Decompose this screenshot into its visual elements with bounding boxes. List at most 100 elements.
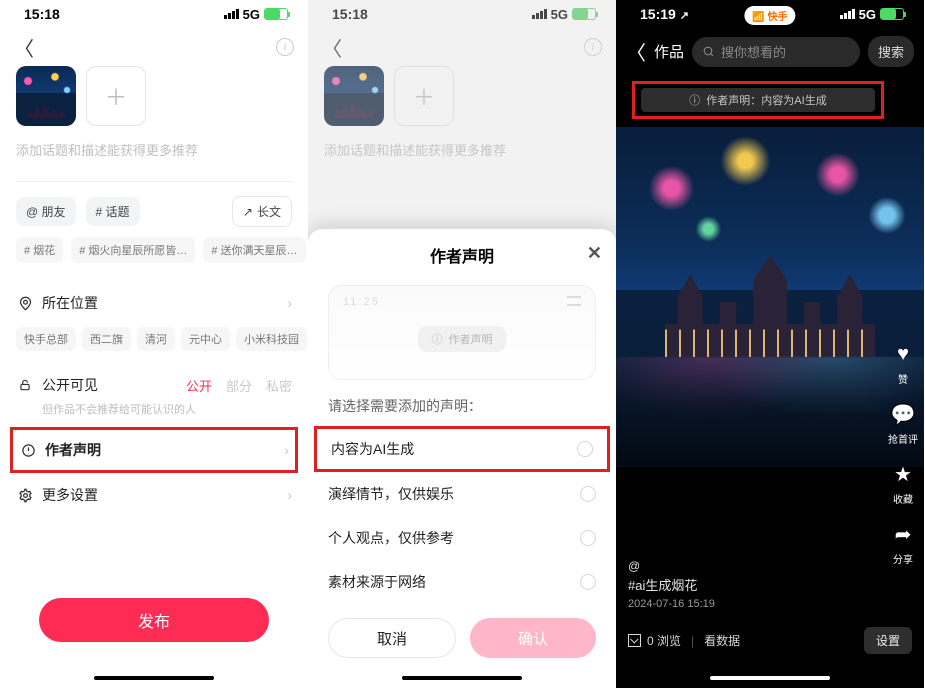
back-icon[interactable]: 〈: [626, 37, 646, 66]
search-button[interactable]: 搜索: [868, 36, 914, 67]
status-time: 15:18: [332, 6, 368, 22]
panel-publish-editor: 15:18 5G 〈 i ＋ 添加话题和描述能获得更多推荐 @ 朋友 # 话题 …: [0, 0, 308, 688]
home-indicator: [710, 676, 830, 680]
radio-icon: [580, 530, 596, 546]
search-placeholder: 搜你想看的: [721, 42, 786, 61]
views-button[interactable]: 0 浏览: [628, 632, 681, 649]
visibility-public[interactable]: 公开: [186, 376, 212, 395]
chevron-right-icon: ›: [287, 487, 292, 503]
option-drama[interactable]: 演绎情节，仅供娱乐: [308, 472, 616, 516]
description-hint[interactable]: 添加话题和描述能获得更多推荐: [0, 126, 308, 181]
info-icon: i: [584, 38, 602, 56]
visibility-private[interactable]: 私密: [266, 376, 292, 395]
network-label: 5G: [859, 7, 876, 22]
action-rail: ♥赞 💬抢首评 ★收藏 ➦分享: [888, 340, 918, 566]
status-bar: 15:18 5G: [0, 0, 308, 28]
comment-button[interactable]: 💬抢首评: [888, 400, 918, 446]
kuaishou-badge: 📶 快手: [744, 6, 795, 25]
bottom-bar: 0 浏览 | 看数据 设置: [616, 627, 924, 654]
location-suggestion[interactable]: 西二旗: [82, 327, 131, 351]
post-timestamp: 2024-07-16 15:19: [628, 598, 715, 610]
highlight-ai-banner: ⓘ 作者声明：内容为AI生成: [632, 81, 884, 119]
info-icon[interactable]: i: [276, 38, 294, 56]
suggested-tag[interactable]: # 烟花: [16, 237, 63, 263]
radio-icon: [577, 441, 593, 457]
media-thumbnail[interactable]: [16, 66, 76, 126]
comment-label: 抢首评: [888, 431, 918, 446]
exclamation-icon: [19, 443, 37, 458]
suggested-tag[interactable]: # 烟火向星辰所愿皆…: [71, 237, 195, 263]
settings-button[interactable]: 设置: [864, 627, 912, 654]
search-icon: [702, 45, 715, 58]
topic-chip[interactable]: # 话题: [86, 197, 140, 226]
divider: [16, 181, 292, 182]
like-button[interactable]: ♥赞: [889, 340, 917, 386]
longtext-chip[interactable]: ↗ 长文: [232, 196, 292, 227]
declaration-sheet: 作者声明 ✕ 11:25 ⓘ作者声明 请选择需要添加的声明： 内容为AI生成 演…: [308, 229, 616, 688]
radio-icon: [580, 486, 596, 502]
favorite-button[interactable]: ★收藏: [889, 460, 917, 506]
visibility-sub: 但作品不会推荐给可能认识的人: [0, 401, 308, 427]
location-suggestion[interactable]: 快手总部: [16, 327, 76, 351]
post-meta: @ #ai生成烟花 2024-07-16 15:19: [628, 559, 715, 610]
option-label: 素材来源于网络: [328, 572, 426, 592]
longtext-label: 长文: [257, 203, 281, 220]
home-indicator: [402, 676, 522, 680]
author-at[interactable]: @: [628, 559, 715, 573]
location-suggestion[interactable]: 清河: [137, 327, 175, 351]
location-label: 所在位置: [42, 293, 98, 313]
add-media-button[interactable]: ＋: [86, 66, 146, 126]
option-ai-generated[interactable]: 内容为AI生成: [314, 426, 610, 472]
play-box-icon: [628, 634, 641, 647]
option-from-web[interactable]: 素材来源于网络: [308, 560, 616, 604]
network-label: 5G: [551, 7, 568, 22]
panel-declaration-sheet: 15:18 5G 〈 i ＋ 添加话题和描述能获得更多推荐 作者声明 ✕: [308, 0, 616, 688]
share-button[interactable]: ➦分享: [889, 520, 917, 566]
cancel-button[interactable]: 取消: [328, 618, 456, 658]
select-prompt: 请选择需要添加的声明：: [308, 396, 616, 426]
visibility-label: 公开可见: [42, 375, 98, 395]
ai-banner-text: 作者声明：内容为AI生成: [706, 92, 826, 108]
sheet-illustration: 11:25 ⓘ作者声明: [328, 285, 596, 380]
location-suggestion[interactable]: 小米科技园: [236, 327, 307, 351]
author-declaration-row[interactable]: 作者声明 ›: [13, 430, 295, 470]
signal-icon: [224, 9, 239, 19]
option-label: 内容为AI生成: [331, 439, 414, 459]
location-row[interactable]: 所在位置 ›: [0, 281, 308, 325]
back-icon[interactable]: 〈: [14, 33, 34, 62]
media-thumbnail: [324, 66, 384, 126]
gear-icon: [16, 488, 34, 503]
signal-icon: [840, 9, 855, 19]
location-arrow-icon: ↗: [680, 10, 689, 22]
network-label: 5G: [243, 7, 260, 22]
author-declaration-label: 作者声明: [45, 440, 101, 460]
mention-chip[interactable]: @ 朋友: [16, 197, 76, 226]
more-settings-label: 更多设置: [42, 485, 98, 505]
publish-button[interactable]: 发布: [39, 598, 269, 642]
search-input[interactable]: 搜你想看的: [692, 37, 860, 67]
radio-icon: [580, 574, 596, 590]
post-hashtag[interactable]: #ai生成烟花: [628, 575, 715, 594]
option-personal-view[interactable]: 个人观点，仅供参考: [308, 516, 616, 560]
description-hint: 添加话题和描述能获得更多推荐: [308, 126, 616, 181]
visibility-partial[interactable]: 部分: [226, 376, 252, 395]
share-icon: ➦: [889, 520, 917, 548]
post-image[interactable]: [616, 127, 924, 467]
stats-button[interactable]: 看数据: [704, 632, 740, 649]
info-icon: ⓘ: [689, 92, 700, 108]
suggested-tag[interactable]: # 送你满天星辰…: [203, 237, 305, 263]
lock-icon: [16, 378, 34, 392]
views-label: 0 浏览: [647, 632, 681, 649]
battery-icon: [572, 8, 596, 20]
close-icon[interactable]: ✕: [587, 243, 602, 264]
menu-icon: [567, 296, 581, 306]
like-label: 赞: [898, 371, 908, 386]
confirm-button[interactable]: 确认: [470, 618, 596, 658]
location-suggestion[interactable]: 元中心: [181, 327, 230, 351]
add-media-button: ＋: [394, 66, 454, 126]
signal-icon: [532, 9, 547, 19]
location-icon: [16, 296, 34, 311]
more-settings-row[interactable]: 更多设置 ›: [0, 473, 308, 517]
longtext-icon: ↗: [243, 205, 253, 219]
chevron-right-icon: ›: [287, 295, 292, 311]
